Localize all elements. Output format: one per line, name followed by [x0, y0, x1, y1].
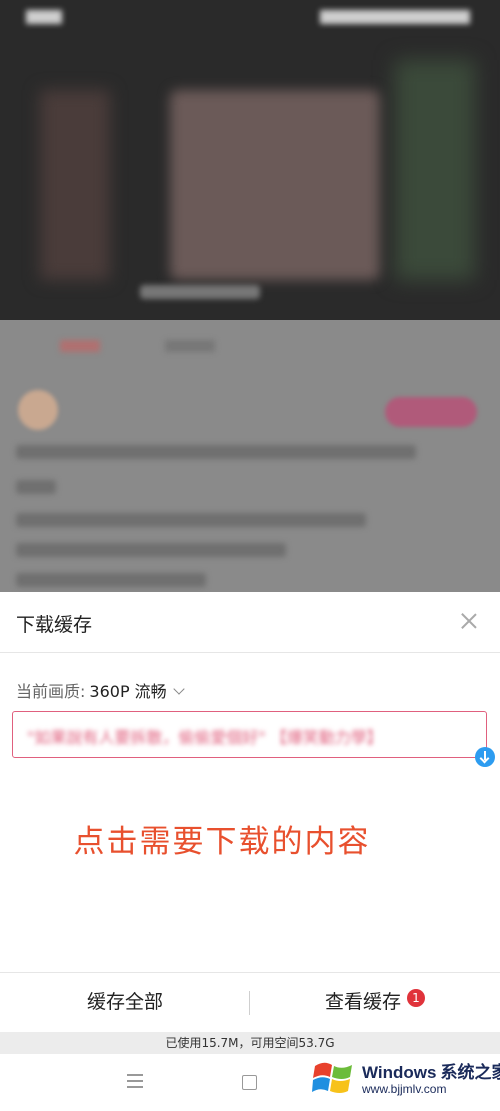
watermark-logo: Windows 系统之家 www.bjjmlv.com: [312, 1052, 500, 1108]
video-frame-content-right: [395, 60, 475, 280]
watermark-title: Windows 系统之家: [362, 1058, 500, 1083]
chevron-down-icon: [173, 683, 185, 695]
cache-count-badge: 1: [407, 989, 425, 1007]
download-icon: [475, 747, 495, 767]
watermark-brand: Windows: [362, 1063, 437, 1082]
video-title-line: [16, 445, 416, 459]
video-frame-content-left: [40, 90, 110, 280]
tab-comments: [165, 340, 215, 352]
status-icons: [320, 10, 470, 24]
video-info-area: [0, 320, 500, 600]
storage-info: 已使用15.7M，可用空间53.7G: [0, 1032, 500, 1054]
episode-item[interactable]: "如果說有人要拆散，偷偷愛個好" 【爆笑動力學】: [12, 711, 495, 767]
video-meta-line: [16, 573, 206, 587]
instruction-annotation: 点击需要下载的内容: [73, 824, 371, 860]
status-bar: [0, 0, 500, 36]
cache-all-button[interactable]: 缓存全部: [0, 973, 250, 1032]
video-meta-line: [16, 513, 366, 527]
watermark-url: www.bjjmlv.com: [362, 1082, 447, 1096]
close-icon[interactable]: [458, 610, 480, 632]
video-title-line: [16, 480, 56, 494]
quality-selector[interactable]: 当前画质: 360P 流畅: [16, 678, 185, 702]
download-cache-sheet: 下载缓存 当前画质: 360P 流畅 "如果說有人要拆散，偷偷愛個好" 【爆笑動力…: [0, 592, 500, 1111]
quality-label: 当前画质:: [16, 682, 86, 701]
sheet-header: 下载缓存: [0, 592, 500, 653]
follow-button: [385, 397, 477, 427]
status-time: [26, 10, 62, 24]
windows-logo-icon: [312, 1062, 352, 1093]
video-player: [0, 0, 500, 320]
uploader-avatar: [18, 390, 58, 430]
home-icon[interactable]: [242, 1075, 257, 1090]
video-frame-content: [170, 90, 380, 280]
quality-value: 360P 流畅: [89, 682, 167, 701]
episode-title: "如果說有人要拆散，偷偷愛個好" 【爆笑動力學】: [27, 728, 383, 747]
cache-all-label: 缓存全部: [86, 991, 163, 1013]
view-cache-button[interactable]: 查看缓存 1: [250, 973, 500, 1032]
sheet-title: 下载缓存: [16, 614, 93, 636]
menu-icon[interactable]: [127, 1074, 143, 1088]
tab-intro: [60, 340, 100, 352]
view-cache-label: 查看缓存: [324, 991, 401, 1013]
sheet-actions: 缓存全部 查看缓存 1: [0, 972, 500, 1032]
watermark-brand-cn: 系统之家: [440, 1063, 500, 1082]
background-video-page: [0, 0, 500, 600]
video-meta-line: [16, 543, 286, 557]
video-subtitle: [140, 285, 260, 299]
